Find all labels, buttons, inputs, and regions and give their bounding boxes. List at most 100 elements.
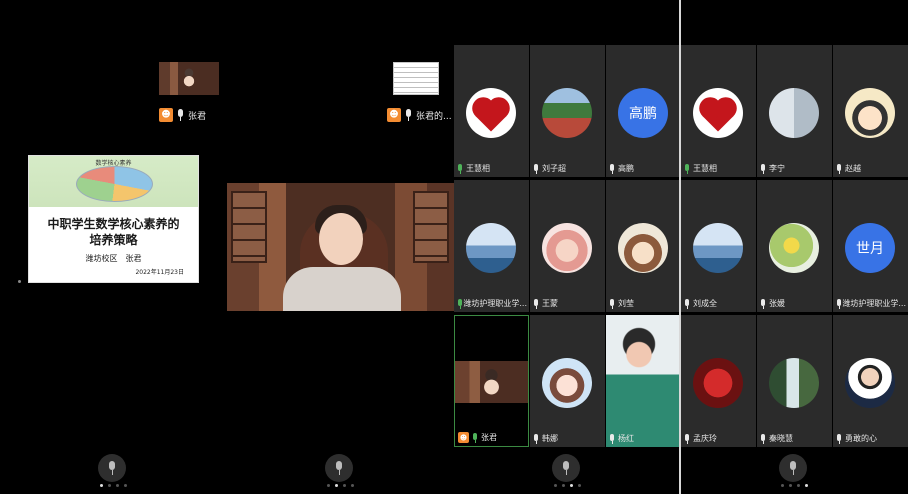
microphone-icon: [562, 461, 570, 475]
participant-label: 张媛: [760, 298, 830, 309]
microphone-icon: [177, 109, 184, 121]
participant-avatar: 高鹏: [618, 88, 668, 138]
participant-label: 潍坊护理职业学...: [457, 298, 527, 309]
microphone-icon: [760, 433, 766, 444]
microphone-icon: [405, 109, 412, 121]
participant-name: 李宁: [769, 164, 785, 173]
participant-tile[interactable]: 高鹏 高鹏: [606, 45, 680, 177]
microphone-icon: [836, 298, 842, 309]
participant-avatar: [618, 223, 668, 273]
participant-avatar: [542, 358, 592, 408]
slide-header-graphic: 数学核心素养: [29, 156, 198, 207]
participant-tile[interactable]: 孟庆玲: [681, 315, 756, 447]
participant-avatar: [693, 358, 743, 408]
microphone-icon: [533, 163, 539, 174]
participant-video: [455, 361, 528, 403]
microphone-icon: [609, 298, 615, 309]
microphone-icon: [789, 461, 797, 475]
slide-author: 潍坊校区 张君: [85, 254, 142, 263]
participant-tile[interactable]: 秦晓慧: [757, 315, 832, 447]
participant-name: 高鹏: [618, 164, 634, 173]
microphone-icon: [533, 433, 539, 444]
microphone-icon: [108, 461, 116, 475]
shared-document-thumbnail[interactable]: [393, 62, 439, 95]
participant-tile[interactable]: ☻ 张君: [454, 315, 529, 447]
microphone-icon: [684, 433, 690, 444]
participant-avatar: [693, 88, 743, 138]
participant-label: 韩娜: [533, 433, 603, 444]
participant-tile[interactable]: 王慧相: [454, 45, 529, 177]
page-indicator: [781, 484, 808, 487]
microphone-icon: [836, 433, 842, 444]
participant-label: 孟庆玲: [684, 433, 754, 444]
participant-name: 潍坊护理职业学...: [463, 299, 527, 308]
mute-button[interactable]: [779, 454, 807, 482]
page-indicator: [327, 484, 354, 487]
participant-label: 王蒙: [533, 298, 603, 309]
participant-avatar: [769, 88, 819, 138]
participant-name: 刘莹: [618, 299, 634, 308]
participant-name: 刘成全: [693, 299, 717, 308]
participant-label: 刘子超: [533, 163, 603, 174]
microphone-icon: [457, 163, 463, 174]
participant-name: 孟庆玲: [693, 434, 717, 443]
participant-tile[interactable]: 韩娜: [530, 315, 605, 447]
participant-tile[interactable]: 潍坊护理职业学...: [454, 180, 529, 312]
participant-tile[interactable]: 勇敢的心: [833, 315, 908, 447]
page-indicator: [100, 484, 127, 487]
page-indicator: [554, 484, 581, 487]
participant-label: 赵越: [836, 163, 906, 174]
slide-date: 2022年11月23日: [135, 269, 184, 276]
mute-button[interactable]: [552, 454, 580, 482]
participant-avatar: [693, 223, 743, 273]
slide-pie-graphic: [76, 166, 153, 202]
pointer-dot: [18, 280, 21, 283]
doc-thumb-name: 张君的...: [416, 111, 452, 122]
participant-name: 韩娜: [542, 434, 558, 443]
participant-grid: 王慧相 李宁 赵越刘成全 张媛 世月 潍坊护理职业学... 孟庆玲 秦晓慧 勇敢的心: [681, 45, 908, 449]
microphone-icon: [472, 432, 478, 443]
participant-tile[interactable]: 刘子超: [530, 45, 605, 177]
participant-tile[interactable]: 张媛: [757, 180, 832, 312]
microphone-icon: [457, 298, 463, 309]
mute-button[interactable]: [325, 454, 353, 482]
participant-grid: 王慧相 刘子超 高鹏 高鹏 潍坊护理职业学... 王蒙 刘莹 ☻ 张君 韩娜 杨红: [454, 45, 680, 449]
mute-button[interactable]: [98, 454, 126, 482]
microphone-icon: [533, 298, 539, 309]
participant-name: 勇敢的心: [845, 434, 877, 443]
doc-thumb-owner: ☻ 张君的...: [387, 108, 452, 122]
slide-title: 中职学生数学核心素养的 培养策略: [29, 216, 198, 248]
participant-tile[interactable]: 杨红: [606, 315, 680, 447]
participant-tile[interactable]: 王慧相: [681, 45, 756, 177]
self-video-thumbnail[interactable]: [159, 62, 219, 95]
participant-avatar: [769, 358, 819, 408]
participant-tile[interactable]: 世月 潍坊护理职业学...: [833, 180, 908, 312]
panel-participant-grid-2: 王慧相 李宁 赵越刘成全 张媛 世月 潍坊护理职业学... 孟庆玲 秦晓慧 勇敢的心: [681, 0, 908, 494]
participant-name: 张君: [481, 433, 497, 442]
participant-tile[interactable]: 刘莹: [606, 180, 680, 312]
participant-name: 赵越: [845, 164, 861, 173]
participant-label: 刘莹: [609, 298, 679, 309]
speaker-video[interactable]: [227, 183, 454, 311]
participant-name: 秦晓慧: [769, 434, 793, 443]
slide-title-line1: 中职学生数学核心素养的: [47, 217, 180, 231]
participant-tile[interactable]: 王蒙: [530, 180, 605, 312]
participant-avatar: [845, 358, 895, 408]
microphone-icon: [760, 163, 766, 174]
participant-name: 王慧相: [466, 164, 490, 173]
participant-label: 刘成全: [684, 298, 754, 309]
participant-video: [606, 315, 680, 447]
participant-avatar: [466, 223, 516, 273]
participant-avatar: [845, 88, 895, 138]
participant-label: 潍坊护理职业学...: [836, 298, 906, 309]
participant-avatar: [542, 223, 592, 273]
microphone-icon: [609, 163, 615, 174]
participant-name: 杨红: [618, 434, 634, 443]
shared-slide[interactable]: 数学核心素养 中职学生数学核心素养的 培养策略 潍坊校区 张君 2022年11月…: [28, 155, 199, 283]
participant-tile[interactable]: 刘成全: [681, 180, 756, 312]
heart-icon: [475, 100, 507, 132]
participant-label: 高鹏: [609, 163, 679, 174]
participant-tile[interactable]: 赵越: [833, 45, 908, 177]
microphone-icon: [836, 163, 842, 174]
participant-tile[interactable]: 李宁: [757, 45, 832, 177]
